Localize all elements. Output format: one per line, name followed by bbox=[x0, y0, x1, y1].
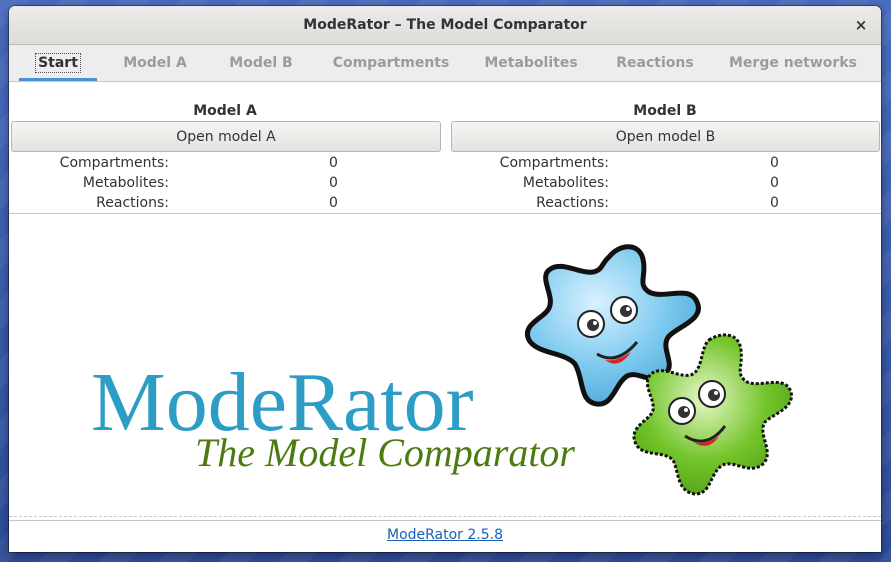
model-b-compartments-label: Compartments: bbox=[499, 155, 609, 171]
tab-model-a-label: Model A bbox=[123, 55, 187, 71]
model-b-compartments-value: 0 bbox=[770, 155, 779, 171]
model-a-reactions-value: 0 bbox=[329, 195, 338, 211]
tab-model-a[interactable]: Model A bbox=[115, 45, 195, 81]
open-model-b-button[interactable]: Open model B bbox=[451, 121, 880, 152]
model-a-heading: Model A bbox=[193, 103, 257, 119]
window-title: ModeRator – The Model Comparator bbox=[303, 17, 587, 33]
moderator-logo: ModeRator The Model Comparator bbox=[91, 244, 793, 496]
tab-reactions[interactable]: Reactions bbox=[609, 45, 701, 81]
tab-model-b[interactable]: Model B bbox=[221, 45, 301, 81]
model-b-reactions-label: Reactions: bbox=[536, 195, 609, 211]
model-b-metabolites-value: 0 bbox=[770, 175, 779, 191]
model-b-heading: Model B bbox=[633, 103, 697, 119]
version-link[interactable]: ModeRator 2.5.8 bbox=[9, 527, 881, 543]
tab-merge-networks[interactable]: Merge networks bbox=[725, 45, 861, 81]
tab-bar: Start Model A Model B Compartments Metab… bbox=[9, 45, 881, 82]
model-a-metabolites-value: 0 bbox=[329, 175, 338, 191]
tab-start-label: Start bbox=[35, 53, 81, 73]
title-bar[interactable]: ModeRator – The Model Comparator × bbox=[9, 6, 881, 45]
model-a-metabolites-label: Metabolites: bbox=[82, 175, 169, 191]
tab-model-b-label: Model B bbox=[229, 55, 293, 71]
tab-metabolites[interactable]: Metabolites bbox=[479, 45, 583, 81]
model-b-reactions-value: 0 bbox=[770, 195, 779, 211]
close-icon[interactable]: × bbox=[851, 15, 871, 35]
tab-merge-networks-label: Merge networks bbox=[729, 55, 857, 71]
logo-tagline: The Model Comparator bbox=[195, 430, 575, 475]
model-a-reactions-label: Reactions: bbox=[96, 195, 169, 211]
tab-compartments-label: Compartments bbox=[332, 55, 450, 71]
model-b-metabolites-label: Metabolites: bbox=[522, 175, 609, 191]
open-model-a-button[interactable]: Open model A bbox=[11, 121, 441, 152]
tab-metabolites-label: Metabolites bbox=[484, 55, 578, 71]
app-window: ModeRator – The Model Comparator × Start… bbox=[9, 6, 881, 552]
divider bbox=[9, 520, 881, 521]
model-a-compartments-value: 0 bbox=[329, 155, 338, 171]
divider-dashed bbox=[9, 516, 881, 517]
tab-compartments[interactable]: Compartments bbox=[329, 45, 453, 81]
tab-reactions-label: Reactions bbox=[616, 55, 694, 71]
tab-start[interactable]: Start bbox=[19, 45, 97, 81]
model-a-compartments-label: Compartments: bbox=[59, 155, 169, 171]
